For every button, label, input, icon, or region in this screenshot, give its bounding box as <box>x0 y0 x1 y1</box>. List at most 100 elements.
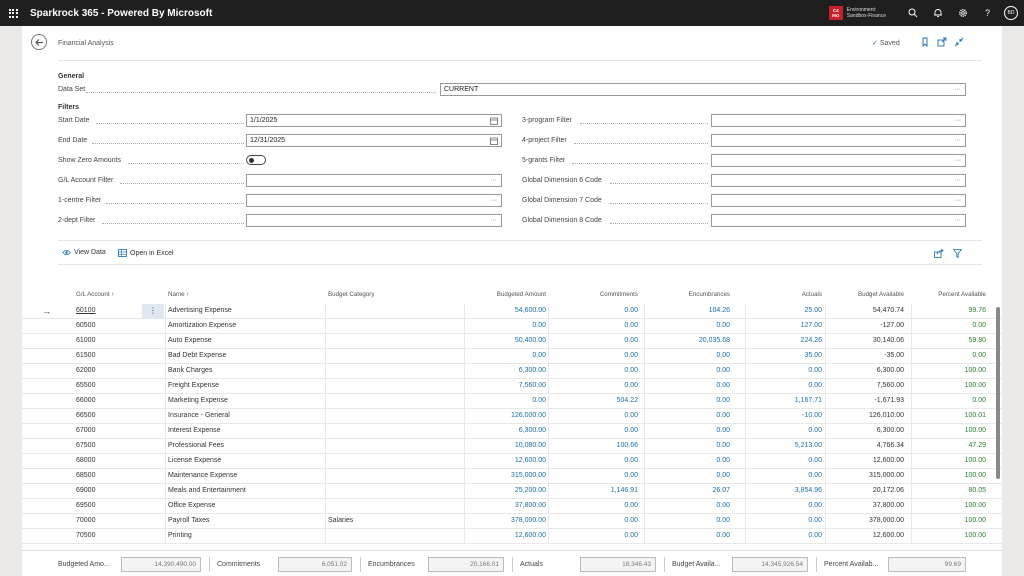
table-row[interactable]: 67000 Interest Expense 6,300.00 0.00 0.00 0.0… <box>22 424 1002 439</box>
grants-filter-field[interactable]: ··· <box>711 154 966 167</box>
lookup-button[interactable]: ··· <box>490 215 497 226</box>
open-in-excel-button[interactable]: Open in Excel <box>118 249 174 257</box>
table-row[interactable]: → ⋮ 60100 Advertising Expense 54,600.00 0.00 1… <box>22 304 1002 319</box>
cell-encumbrances[interactable]: 0.00 <box>666 382 730 389</box>
table-row[interactable]: 69000 Meals and Entertainment 25,200.00 1,1… <box>22 484 1002 499</box>
cell-budgeted[interactable]: 12,600.00 <box>484 532 546 539</box>
lookup-button[interactable]: ··· <box>954 175 961 186</box>
cell-actuals[interactable]: 0.00 <box>762 517 822 524</box>
cell-account[interactable]: 70500 <box>76 532 95 539</box>
lookup-button[interactable]: ··· <box>954 135 961 146</box>
cell-commitments[interactable]: 0.00 <box>580 517 638 524</box>
cell-commitments[interactable]: 0.00 <box>580 502 638 509</box>
cell-actuals[interactable]: 0.00 <box>762 457 822 464</box>
column-budget-available[interactable]: Budget Available <box>842 291 904 298</box>
cell-actuals[interactable]: 0.00 <box>762 367 822 374</box>
cell-budgeted[interactable]: 0.00 <box>484 352 546 359</box>
table-row[interactable]: 65500 Freight Expense 7,560.00 0.00 0.00 0.00… <box>22 379 1002 394</box>
column-percent-available[interactable]: Percent Available <box>922 291 986 298</box>
table-row[interactable]: 70000 Payroll Taxes Salaries 378,000.00 0.00… <box>22 514 1002 529</box>
cell-actuals[interactable]: 3,854.96 <box>762 487 822 494</box>
cell-account[interactable]: 69000 <box>76 487 95 494</box>
cell-budgeted[interactable]: 7,560.00 <box>484 382 546 389</box>
share-icon[interactable] <box>934 249 944 258</box>
table-row[interactable]: 69500 Office Expense 37,800.00 0.00 0.00 0.00… <box>22 499 1002 514</box>
cell-account[interactable]: 60500 <box>76 322 95 329</box>
cell-encumbrances[interactable]: 0.00 <box>666 517 730 524</box>
user-avatar[interactable]: BD <box>1004 6 1018 20</box>
calendar-icon[interactable] <box>490 137 498 145</box>
cell-actuals[interactable]: 224.26 <box>762 337 822 344</box>
cell-budgeted[interactable]: 12,600.00 <box>484 457 546 464</box>
lookup-button[interactable]: ··· <box>954 155 961 166</box>
filter-icon[interactable] <box>953 249 962 258</box>
cell-budgeted[interactable]: 378,000.00 <box>484 517 546 524</box>
back-button[interactable] <box>31 34 47 50</box>
cell-commitments[interactable]: 0.00 <box>580 352 638 359</box>
search-icon[interactable] <box>900 0 925 26</box>
cell-commitments[interactable]: 0.00 <box>580 337 638 344</box>
cell-actuals[interactable]: 0.00 <box>762 502 822 509</box>
table-row[interactable]: 67500 Professional Fees 10,080.00 100.66 0.0… <box>22 439 1002 454</box>
cell-commitments[interactable]: 504.22 <box>580 397 638 404</box>
grid-scrollbar[interactable] <box>996 307 1000 479</box>
cell-account[interactable]: 69500 <box>76 502 95 509</box>
cell-actuals[interactable]: 5,213.00 <box>762 442 822 449</box>
column-gl-account[interactable]: G/L Account ↑ <box>76 291 114 298</box>
cell-actuals[interactable]: 1,167.71 <box>762 397 822 404</box>
cell-actuals[interactable]: 0.00 <box>762 427 822 434</box>
cell-encumbrances[interactable]: 0.00 <box>666 412 730 419</box>
cell-actuals[interactable]: 25.00 <box>762 307 822 314</box>
row-actions-button[interactable]: ⋮ <box>142 304 164 319</box>
cell-encumbrances[interactable]: 20,035.68 <box>666 337 730 344</box>
cell-encumbrances[interactable]: 0.00 <box>666 472 730 479</box>
table-row[interactable]: 62000 Bank Charges 6,300.00 0.00 0.00 0.00 6,3… <box>22 364 1002 379</box>
cell-budgeted[interactable]: 37,800.00 <box>484 502 546 509</box>
cell-budgeted[interactable]: 126,000.00 <box>484 412 546 419</box>
cell-commitments[interactable]: 0.00 <box>580 322 638 329</box>
cell-budgeted[interactable]: 6,300.00 <box>484 367 546 374</box>
collapse-icon[interactable] <box>954 37 964 47</box>
cell-commitments[interactable]: 0.00 <box>580 427 638 434</box>
cell-account[interactable]: 62000 <box>76 367 95 374</box>
cell-account[interactable]: 60100 <box>76 307 95 314</box>
open-new-window-icon[interactable] <box>937 37 947 47</box>
column-name[interactable]: Name ↑ <box>168 291 189 298</box>
calendar-icon[interactable] <box>490 117 498 125</box>
cell-account[interactable]: 68500 <box>76 472 95 479</box>
program-filter-field[interactable]: ··· <box>711 114 966 127</box>
gl-account-filter-field[interactable]: ··· <box>246 174 502 187</box>
column-budgeted-amount[interactable]: Budgeted Amount <box>484 291 546 298</box>
end-date-field[interactable]: 12/31/2025 <box>246 134 502 147</box>
cell-account[interactable]: 67000 <box>76 427 95 434</box>
column-actuals[interactable]: Actuals <box>762 291 822 298</box>
cell-actuals[interactable]: 127.00 <box>762 322 822 329</box>
cell-encumbrances[interactable]: 0.00 <box>666 352 730 359</box>
help-icon[interactable]: ? <box>975 0 1000 26</box>
cell-encumbrances[interactable]: 26.07 <box>666 487 730 494</box>
cell-budgeted[interactable]: 0.00 <box>484 397 546 404</box>
cell-account[interactable]: 65500 <box>76 382 95 389</box>
cell-account[interactable]: 66500 <box>76 412 95 419</box>
table-row[interactable]: 66000 Marketing Expense 0.00 504.22 0.00 1,16… <box>22 394 1002 409</box>
cell-budgeted[interactable]: 6,300.00 <box>484 427 546 434</box>
cell-account[interactable]: 61500 <box>76 352 95 359</box>
table-row[interactable]: 66500 Insurance - General 126,000.00 0.00 0.… <box>22 409 1002 424</box>
cell-commitments[interactable]: 0.00 <box>580 412 638 419</box>
cell-commitments[interactable]: 0.00 <box>580 367 638 374</box>
dim8-field[interactable]: ··· <box>711 214 966 227</box>
cell-encumbrances[interactable]: 104.26 <box>666 307 730 314</box>
cell-commitments[interactable]: 100.66 <box>580 442 638 449</box>
cell-encumbrances[interactable]: 0.00 <box>666 442 730 449</box>
table-row[interactable]: 70500 Printing 12,600.00 0.00 0.00 0.00 12,600… <box>22 529 1002 544</box>
lookup-button[interactable]: ··· <box>490 195 497 206</box>
table-row[interactable]: 68500 Maintenance Expense 315,000.00 0.00 0.… <box>22 469 1002 484</box>
column-budget-category[interactable]: Budget Category <box>328 291 374 298</box>
bell-icon[interactable] <box>925 0 950 26</box>
dim7-field[interactable]: ··· <box>711 194 966 207</box>
cell-budgeted[interactable]: 25,200.00 <box>484 487 546 494</box>
cell-account[interactable]: 67500 <box>76 442 95 449</box>
cell-encumbrances[interactable]: 0.00 <box>666 367 730 374</box>
environment-badge[interactable]: C4 MO <box>828 6 843 20</box>
start-date-field[interactable]: 1/1/2025 <box>246 114 502 127</box>
